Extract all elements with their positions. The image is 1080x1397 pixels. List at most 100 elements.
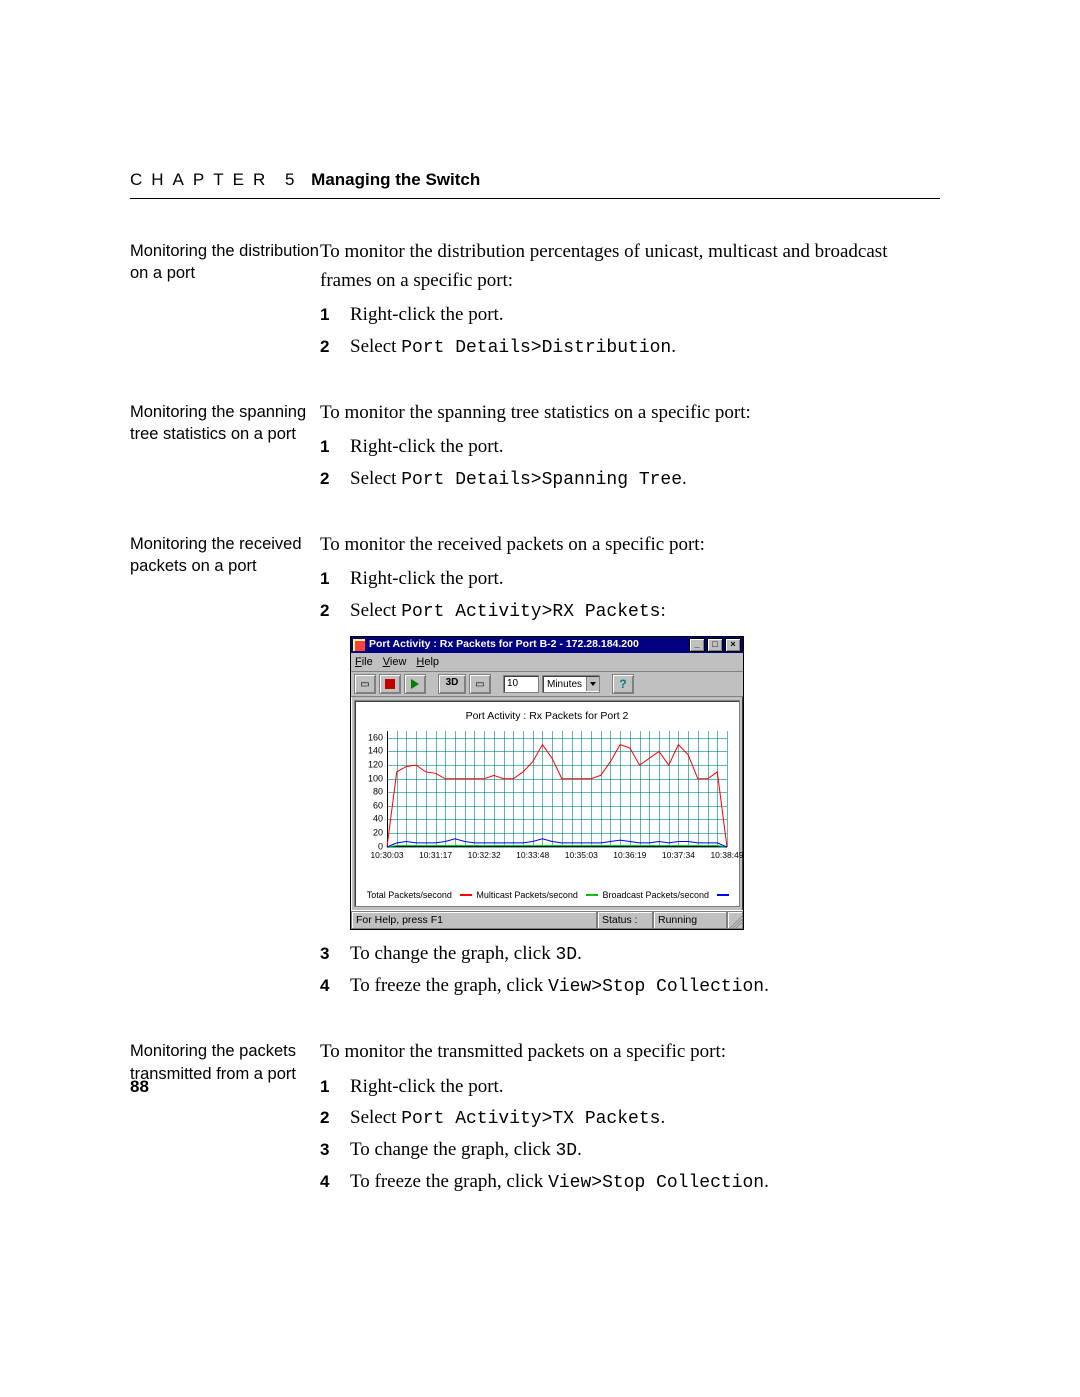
step-number: 3 [320,940,350,967]
legend-item: Multicast Packets/second [476,890,600,900]
step-number: 2 [320,333,350,360]
menu-file[interactable]: File [355,654,373,671]
body-rx-packets: To monitor the received packets on a spe… [320,531,940,1005]
section-spanning-tree: Monitoring the spanning tree statistics … [130,399,940,497]
chart-plot: 020406080100120140160 10:30:0310:31:1710… [387,731,727,861]
list-item: 2 Select Port Details>Spanning Tree. [320,465,940,494]
section-tx-packets: Monitoring the packets transmitted from … [130,1038,940,1200]
maximize-button[interactable]: □ [707,638,723,652]
interval-unit-value: Minutes [543,677,586,692]
step-number: 2 [320,597,350,624]
interval-unit-select[interactable]: Minutes [542,675,600,693]
steps-rx-b: 3 To change the graph, click 3D. 4 To fr… [320,940,940,1001]
list-item: 1 Right-click the port. [320,565,940,594]
window-statusbar: For Help, press F1 Status : Running [351,910,743,929]
statusbar-status-label: Status : [597,911,653,929]
section-rx-packets: Monitoring the received packets on a por… [130,531,940,1005]
help-icon: ? [619,675,626,693]
step-number: 3 [320,1136,350,1163]
list-item: 1 Right-click the port. [320,301,940,330]
chapter-title: Managing the Switch [311,170,480,189]
close-button[interactable]: × [725,638,741,652]
step-text: To change the graph, click 3D. [350,1136,940,1165]
resize-grip-icon[interactable] [727,911,743,929]
list-item: 3 To change the graph, click 3D. [320,940,940,969]
chart-y-axis: 020406080100120140160 [359,731,385,847]
page-number: 88 [130,1077,149,1097]
list-item: 2 Select Port Activity>RX Packets: [320,597,940,626]
list-item: 4 To freeze the graph, click View>Stop C… [320,972,940,1001]
steps-distribution: 1 Right-click the port. 2 Select Port De… [320,301,940,362]
running-header: CHAPTER 5 Managing the Switch [130,170,940,190]
window-menubar: File View Help [351,653,743,673]
step-number: 4 [320,1168,350,1195]
step-text: Select Port Activity>RX Packets: [350,597,940,626]
toolbar-button-help[interactable]: ? [612,674,634,694]
step-text: To freeze the graph, click View>Stop Col… [350,1168,940,1197]
step-number: 1 [320,565,350,592]
page-content: Monitoring the distribution on a port To… [130,238,940,1234]
step-number: 2 [320,465,350,492]
chart-title: Port Activity : Rx Packets for Port 2 [359,709,735,725]
sidehead-tx-packets: Monitoring the packets transmitted from … [130,1038,320,1085]
toolbar-button-stop[interactable] [379,674,401,694]
step-text: Right-click the port. [350,433,940,462]
minimize-button[interactable]: _ [689,638,705,652]
step-text: To freeze the graph, click View>Stop Col… [350,972,940,1001]
step-text: Select Port Details>Spanning Tree. [350,465,940,494]
header-rule [130,198,940,199]
chart-legend: Total Packets/second Multicast Packets/s… [359,889,731,903]
step-number: 1 [320,301,350,328]
chapter-word: CHAPTER [130,170,274,189]
app-icon [353,639,365,651]
toolbar-button-play[interactable] [404,674,426,694]
chart-x-axis: 10:30:0310:31:1710:32:3210:33:4810:35:03… [387,849,727,861]
sidehead-spanning-tree: Monitoring the spanning tree statistics … [130,399,320,446]
chapter-number: 5 [285,170,294,189]
toolbar-button-3d[interactable]: 3D [438,674,466,694]
intro-spanning-tree: To monitor the spanning tree statistics … [320,399,940,428]
step-number: 2 [320,1104,350,1131]
body-tx-packets: To monitor the transmitted packets on a … [320,1038,940,1200]
step-text: Right-click the port. [350,1073,940,1102]
list-item: 2 Select Port Activity>TX Packets. [320,1104,940,1133]
menu-help[interactable]: Help [416,654,439,671]
body-spanning-tree: To monitor the spanning tree statistics … [320,399,940,497]
steps-tx: 1 Right-click the port. 2 Select Port Ac… [320,1073,940,1198]
chevron-down-icon [586,677,599,691]
steps-spanning-tree: 1 Right-click the port. 2 Select Port De… [320,433,940,494]
step-text: Select Port Details>Distribution. [350,333,940,362]
intro-tx-packets: To monitor the transmitted packets on a … [320,1038,940,1067]
interval-value-input[interactable]: 10 [503,675,539,693]
stop-icon [385,679,395,689]
chart-lines [387,731,727,847]
list-item: 1 Right-click the port. [320,1073,940,1102]
section-distribution: Monitoring the distribution on a port To… [130,238,940,365]
embedded-screenshot-window: Port Activity : Rx Packets for Port B-2 … [350,636,744,931]
list-item: 1 Right-click the port. [320,433,940,462]
step-text: Right-click the port. [350,301,940,330]
step-number: 4 [320,972,350,999]
legend-item: Total Packets/second [367,890,474,900]
list-item: 3 To change the graph, click 3D. [320,1136,940,1165]
window-toolbar: ▭ 3D ▭ 10 Minutes ? [351,672,743,697]
toolbar-button-new[interactable]: ▭ [354,674,376,694]
list-item: 2 Select Port Details>Distribution. [320,333,940,362]
legend-item: Broadcast Packets/second [602,890,731,900]
window-titlebar[interactable]: Port Activity : Rx Packets for Port B-2 … [351,637,743,653]
legend-swatch [586,894,598,896]
toolbar-button-2d[interactable]: ▭ [469,674,491,694]
menu-view[interactable]: View [383,654,407,671]
sidehead-rx-packets: Monitoring the received packets on a por… [130,531,320,578]
window-title: Port Activity : Rx Packets for Port B-2 … [369,637,687,653]
step-text: To change the graph, click 3D. [350,940,940,969]
steps-rx-a: 1 Right-click the port. 2 Select Port Ac… [320,565,940,626]
legend-swatch [717,894,729,896]
intro-rx-packets: To monitor the received packets on a spe… [320,531,940,560]
play-icon [411,679,419,689]
list-item: 4 To freeze the graph, click View>Stop C… [320,1168,940,1197]
step-text: Select Port Activity>TX Packets. [350,1104,940,1133]
legend-swatch [460,894,472,896]
intro-distribution: To monitor the distribution percentages … [320,238,940,295]
sidehead-distribution: Monitoring the distribution on a port [130,238,320,285]
